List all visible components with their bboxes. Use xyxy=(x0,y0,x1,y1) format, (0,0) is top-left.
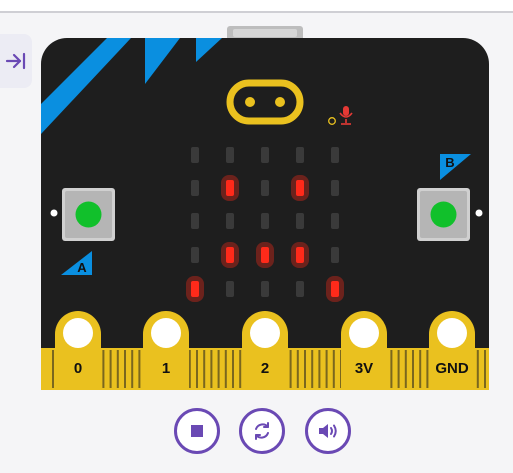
connector-finger xyxy=(484,350,486,388)
connector-finger xyxy=(116,350,119,388)
led-off xyxy=(226,213,234,229)
speaker-icon xyxy=(319,424,337,438)
connector-finger xyxy=(188,350,191,388)
connector-finger xyxy=(426,350,429,388)
pin-hole[interactable] xyxy=(63,318,93,348)
led-off xyxy=(261,147,269,163)
led-off xyxy=(331,147,339,163)
led-off xyxy=(296,281,304,297)
led-on xyxy=(226,180,234,196)
led-on xyxy=(331,281,339,297)
restart-button[interactable] xyxy=(239,408,285,454)
connector-finger xyxy=(131,350,134,388)
pin-label: 0 xyxy=(74,360,82,377)
pin-label: 1 xyxy=(162,360,170,377)
connector-finger xyxy=(203,350,206,388)
connector-finger xyxy=(102,350,105,388)
stop-icon xyxy=(191,425,203,437)
pin-hole[interactable] xyxy=(437,318,467,348)
connector-finger xyxy=(325,350,328,388)
connector-finger xyxy=(296,350,299,388)
connector-finger xyxy=(419,350,422,388)
connector-finger xyxy=(397,350,400,388)
led-off xyxy=(296,147,304,163)
pin-label: 3V xyxy=(355,360,373,377)
led-off xyxy=(261,281,269,297)
led-off xyxy=(261,213,269,229)
connector-finger xyxy=(138,350,141,388)
pin-label: 2 xyxy=(261,360,269,377)
led-off xyxy=(296,213,304,229)
pin-hole[interactable] xyxy=(151,318,181,348)
led-off xyxy=(191,247,199,263)
led-off xyxy=(226,147,234,163)
connector-finger xyxy=(210,350,213,388)
connector-finger xyxy=(390,350,393,388)
stop-button[interactable] xyxy=(174,408,220,454)
led-on xyxy=(261,247,269,263)
sound-button[interactable] xyxy=(305,408,351,454)
connector-finger xyxy=(289,350,292,388)
pin-label: GND xyxy=(435,360,469,377)
connector-finger xyxy=(304,350,306,388)
connector-finger xyxy=(332,350,335,388)
led-on xyxy=(191,281,199,297)
connector-finger xyxy=(318,350,321,388)
microbit-simulator: A B 0 1 2 3V GND xyxy=(41,26,489,390)
led-off xyxy=(191,180,199,196)
led-on xyxy=(296,247,304,263)
led-off xyxy=(331,213,339,229)
connector-finger xyxy=(52,350,54,388)
led-off xyxy=(226,281,234,297)
led-on xyxy=(226,247,234,263)
connector-finger xyxy=(239,350,242,388)
connector-finger xyxy=(196,350,198,388)
connector-finger xyxy=(404,350,407,388)
button-a-text: A xyxy=(77,260,87,275)
button-b-text: B xyxy=(445,155,454,170)
connector-finger xyxy=(224,350,227,388)
connector-finger xyxy=(412,350,414,388)
pin-hole[interactable] xyxy=(250,318,280,348)
led-off xyxy=(331,180,339,196)
led-off xyxy=(191,213,199,229)
connector-finger xyxy=(311,350,314,388)
simulator-controls xyxy=(0,406,513,462)
led-off xyxy=(191,147,199,163)
connector-finger xyxy=(124,350,126,388)
led-on xyxy=(296,180,304,196)
led-off xyxy=(331,247,339,263)
restart-icon xyxy=(255,422,269,440)
connector-finger xyxy=(217,350,220,388)
connector-finger xyxy=(109,350,112,388)
connector-finger xyxy=(476,350,479,388)
connector-finger xyxy=(232,350,234,388)
led-off xyxy=(261,180,269,196)
pin-hole[interactable] xyxy=(349,318,379,348)
